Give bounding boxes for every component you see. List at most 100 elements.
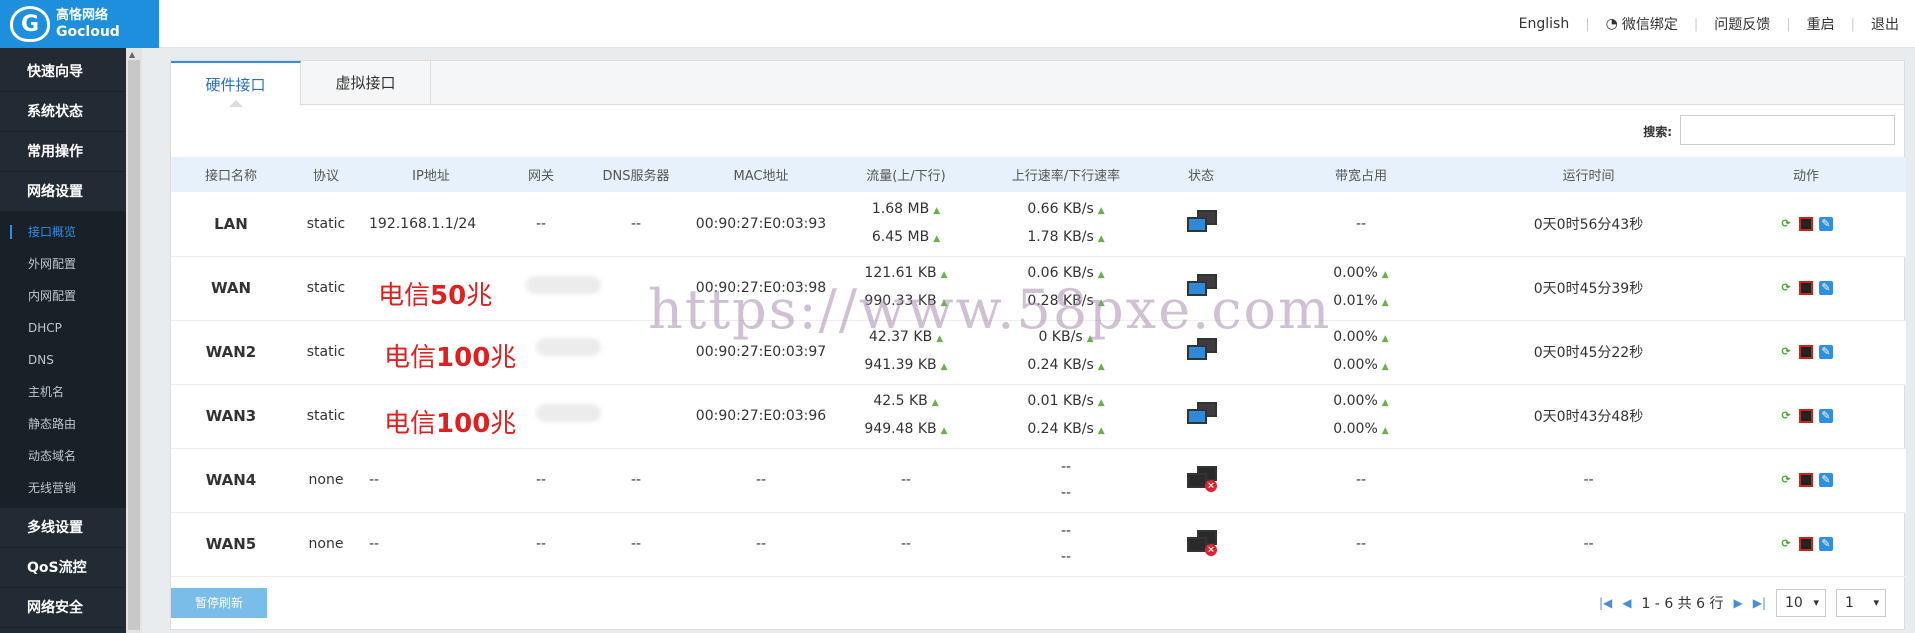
refresh-icon[interactable]: ⟳ <box>1779 217 1793 231</box>
sidebar-item-hostname[interactable]: 主机名 <box>0 376 126 408</box>
edit-icon[interactable]: ✎ <box>1819 281 1833 295</box>
dns-server: -- <box>630 215 642 232</box>
cell-value: 0.00% <box>1333 393 1378 409</box>
actions: ⟳ ✎ <box>1706 256 1906 320</box>
restart-icon[interactable] <box>1799 216 1813 231</box>
interface-name: WAN2 <box>205 343 257 361</box>
restart-icon[interactable] <box>1799 537 1813 551</box>
up-arrow-icon: ▲ <box>1086 334 1094 344</box>
traffic: 121.61 KB ▲ 990.33 KB ▲ <box>831 256 981 320</box>
cell-value: 6.45 MB <box>871 228 930 245</box>
interface-name: LAN <box>214 214 248 233</box>
page-size-select[interactable]: 10 <box>1776 589 1826 617</box>
protocol: static <box>306 280 346 296</box>
cell-value: 0.24 KB/s <box>1027 421 1094 437</box>
refresh-icon[interactable]: ⟳ <box>1779 345 1793 359</box>
restart-icon[interactable] <box>1799 345 1813 359</box>
refresh-icon[interactable]: ⟳ <box>1779 281 1793 295</box>
sidebar-item-quick-guide[interactable]: 快速向导 <box>0 52 126 92</box>
cell-value: -- <box>1355 215 1367 232</box>
prev-page-icon[interactable]: ◀ <box>1622 596 1631 610</box>
sidebar-item-qos[interactable]: QoS流控 <box>0 548 126 588</box>
column-header: IP地址 <box>412 169 450 184</box>
up-arrow-icon: ▲ <box>1097 233 1105 244</box>
traffic: 42.37 KB ▲ 941.39 KB ▲ <box>831 320 981 384</box>
refresh-icon[interactable]: ⟳ <box>1779 473 1793 487</box>
scroll-thumb[interactable] <box>128 60 140 630</box>
top-nav: English | ◔ 微信绑定 | 问题反馈 | 重启 | 退出 <box>1503 0 1915 48</box>
uptime: -- <box>1583 536 1594 552</box>
restart-icon[interactable] <box>1799 281 1813 295</box>
english-link[interactable]: English <box>1503 16 1586 32</box>
cell-value: 42.37 KB <box>868 329 933 345</box>
actions: ⟳ ✎ <box>1706 192 1906 256</box>
tab-hardware-interfaces[interactable]: 硬件接口 <box>171 61 301 107</box>
refresh-icon[interactable]: ⟳ <box>1779 537 1793 551</box>
next-page-icon[interactable]: ▶ <box>1733 596 1742 610</box>
sidebar-item-security[interactable]: 网络安全 <box>0 588 126 628</box>
dns-server: -- <box>630 472 642 488</box>
ip-address: -- <box>369 536 380 552</box>
sidebar-item-multiline[interactable]: 多线设置 <box>0 508 126 548</box>
up-arrow-icon: ▲ <box>940 362 948 372</box>
reboot-link[interactable]: 重启 <box>1791 14 1851 34</box>
edit-icon[interactable]: ✎ <box>1819 345 1833 359</box>
sidebar-scrollbar[interactable]: ▲ <box>126 48 142 633</box>
traffic: 1.68 MB ▲ 6.45 MB ▲ <box>831 192 981 256</box>
cell-value: -- <box>1060 459 1072 475</box>
sidebar-item-interface-overview[interactable]: 接口概览 <box>0 216 126 248</box>
column-header: 流量(上/下行) <box>866 169 946 184</box>
sidebar-item-network-settings[interactable]: 网络设置 <box>0 172 126 212</box>
interface-connected-icon <box>1185 336 1217 364</box>
status <box>1151 320 1251 384</box>
traffic: -- <box>831 512 981 576</box>
up-arrow-icon: ▲ <box>1097 398 1105 408</box>
sidebar-item-wifi-marketing[interactable]: 无线营销 <box>0 472 126 504</box>
sidebar-item-static-route[interactable]: 静态路由 <box>0 408 126 440</box>
cell-value: 1.78 KB/s <box>1027 228 1094 245</box>
sidebar-item-lan-config[interactable]: 内网配置 <box>0 280 126 312</box>
search-input[interactable] <box>1680 115 1895 145</box>
column-header: 网关 <box>527 169 554 184</box>
bandwidth: 0.00% ▲ 0.00% ▲ <box>1251 320 1471 384</box>
page-number-select[interactable]: 1 <box>1836 589 1886 617</box>
tab-virtual-interfaces[interactable]: 虚拟接口 <box>301 61 431 105</box>
sidebar-item-ddns[interactable]: 动态域名 <box>0 440 126 472</box>
wan3-annotation: 电信100兆 <box>384 409 517 439</box>
edit-icon[interactable]: ✎ <box>1819 409 1833 423</box>
uptime: 0天0时43分48秒 <box>1533 409 1644 425</box>
refresh-icon[interactable]: ⟳ <box>1779 409 1793 423</box>
sidebar-item-wan-config[interactable]: 外网配置 <box>0 248 126 280</box>
network-submenu: 接口概览 外网配置 内网配置 DHCP DNS 主机名 静态路由 动态域名 无线… <box>0 212 126 508</box>
interface-disconnected-icon: × <box>1185 528 1217 556</box>
cell-value: 990.33 KB <box>864 293 937 309</box>
traffic: 42.5 KB ▲ 949.48 KB ▲ <box>831 384 981 448</box>
sidebar: 快速向导 系统状态 常用操作 网络设置 接口概览 外网配置 内网配置 DHCP … <box>0 48 142 633</box>
table-header-row: 接口名称 协议 IP地址 网关 DNS服务器 MAC地址 流量(上/下行) 上行速率/下行速率… <box>171 157 1906 192</box>
redacted-gateway <box>536 404 601 422</box>
edit-icon[interactable]: ✎ <box>1819 473 1833 487</box>
sidebar-item-system-status[interactable]: 系统状态 <box>0 92 126 132</box>
logo-en: Gocloud <box>56 24 120 40</box>
feedback-link[interactable]: 问题反馈 <box>1698 14 1786 34</box>
cell-value: 0.28 KB/s <box>1027 293 1094 309</box>
sidebar-item-common-ops[interactable]: 常用操作 <box>0 132 126 172</box>
mac-address: -- <box>755 536 767 552</box>
cell-value: 42.5 KB <box>873 393 928 409</box>
sidebar-item-dhcp[interactable]: DHCP <box>0 312 126 344</box>
status: × <box>1151 512 1251 576</box>
scroll-up-icon[interactable]: ▲ <box>129 50 135 59</box>
logo-cn: 高恪网络 <box>56 8 109 23</box>
table-footer: 暂停刷新 |◀ ◀ 1 - 6 共 6 行 ▶ ▶| 10 1 <box>171 579 1906 629</box>
edit-icon[interactable]: ✎ <box>1819 216 1833 231</box>
up-arrow-icon: ▲ <box>936 334 944 344</box>
logout-link[interactable]: 退出 <box>1855 14 1915 34</box>
sidebar-item-dns[interactable]: DNS <box>0 344 126 376</box>
restart-icon[interactable] <box>1799 473 1813 487</box>
first-page-icon[interactable]: |◀ <box>1599 596 1612 610</box>
pause-refresh-button[interactable]: 暂停刷新 <box>171 588 267 618</box>
last-page-icon[interactable]: ▶| <box>1753 596 1766 610</box>
wechat-bind-link[interactable]: ◔ 微信绑定 <box>1590 14 1694 34</box>
restart-icon[interactable] <box>1799 409 1813 423</box>
edit-icon[interactable]: ✎ <box>1819 537 1833 551</box>
